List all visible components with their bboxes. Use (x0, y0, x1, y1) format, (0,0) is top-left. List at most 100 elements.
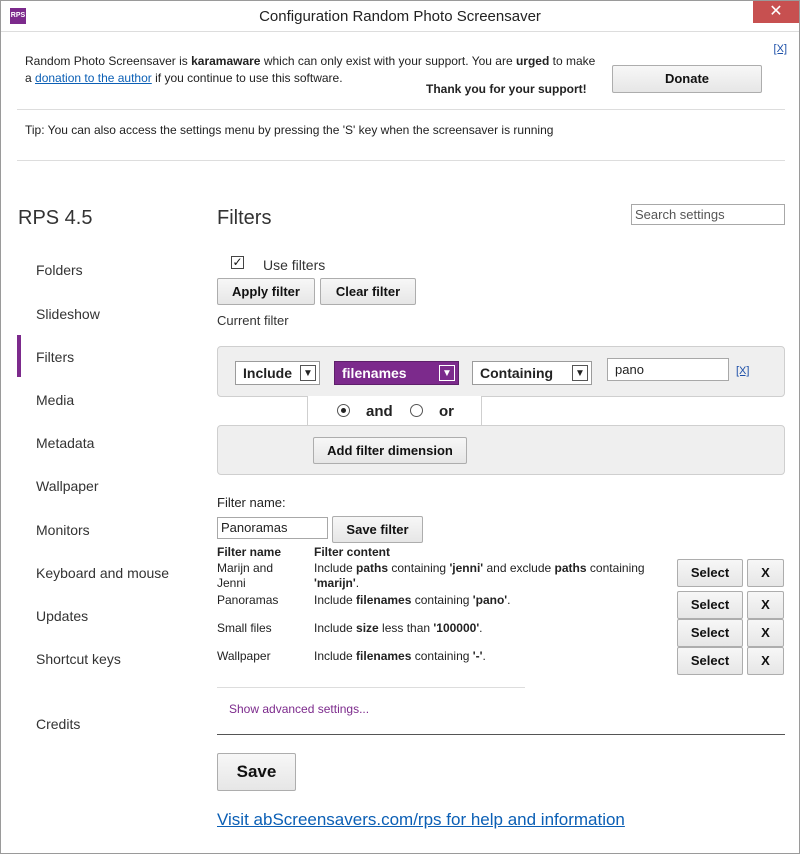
filter-content-text: containing (411, 593, 473, 607)
tip-text: Tip: You can also access the settings me… (25, 123, 554, 137)
chevron-down-icon: ▼ (572, 365, 588, 381)
support-text: if you continue to use this software. (151, 71, 343, 85)
sidebar-item-metadata[interactable]: Metadata (36, 435, 94, 451)
filter-name-cell: Marijn and Jenni (217, 561, 274, 590)
and-label: and (366, 403, 393, 420)
filter-content-keyword: 'jenni' (449, 561, 484, 575)
column-header-name: Filter name (217, 545, 282, 559)
filter-content-text: and exclude (483, 561, 555, 575)
column-header-content: Filter content (314, 545, 391, 559)
title-bar: RPS Configuration Random Photo Screensav… (1, 1, 799, 32)
urged-text: urged (515, 54, 550, 68)
apply-filter-button[interactable]: Apply filter (217, 278, 315, 305)
support-text: which can only exist with your support. … (260, 54, 516, 68)
divider (217, 687, 525, 688)
sidebar-item-slideshow[interactable]: Slideshow (36, 306, 100, 322)
sidebar-item-wallpaper[interactable]: Wallpaper (36, 478, 99, 494)
filter-content-keyword: filenames (356, 593, 412, 607)
filter-name-label: Filter name: (217, 495, 286, 510)
help-link[interactable]: Visit abScreensavers.com/rps for help an… (217, 810, 625, 830)
filter-name-cell: Panoramas (217, 593, 279, 607)
filter-content-text: less than (378, 621, 434, 635)
filter-content-text: Include (314, 649, 357, 663)
app-version: RPS 4.5 (18, 207, 93, 229)
search-input[interactable]: Search settings (631, 204, 785, 225)
sidebar-item-media[interactable]: Media (36, 392, 74, 408)
sidebar-item-filters[interactable]: Filters (36, 349, 74, 365)
thanks-text: Thank you for your support! (426, 82, 587, 96)
include-select[interactable]: Include ▼ (235, 361, 320, 385)
sidebar-item-credits[interactable]: Credits (36, 716, 80, 732)
delete-filter-button[interactable]: X (747, 619, 784, 647)
or-label: or (439, 403, 454, 420)
active-nav-indicator (17, 335, 21, 377)
sidebar-item-keyboard-mouse[interactable]: Keyboard and mouse (36, 565, 169, 581)
dismiss-banner-link[interactable]: [X] (774, 43, 787, 55)
sidebar-item-shortcut-keys[interactable]: Shortcut keys (36, 651, 121, 667)
filter-content-keyword: paths (554, 561, 587, 575)
page-title: Filters (217, 207, 272, 229)
donation-link[interactable]: donation to the author (35, 71, 152, 85)
filter-content-text: containing (411, 649, 473, 663)
select-filter-button[interactable]: Select (677, 559, 743, 587)
use-filters-label: Use filters (263, 257, 326, 273)
filter-content-text: . (482, 649, 486, 663)
divider (217, 734, 785, 735)
sidebar-item-monitors[interactable]: Monitors (36, 522, 90, 538)
support-text: to make (549, 54, 596, 68)
filter-content-text: . (507, 593, 511, 607)
sidebar-item-folders[interactable]: Folders (36, 262, 83, 278)
save-button[interactable]: Save (217, 753, 296, 791)
filter-content-cell: Include filenames containing 'pano'. (314, 593, 659, 608)
operator-select[interactable]: Containing ▼ (472, 361, 592, 385)
filter-content-text: Include (314, 561, 357, 575)
include-value: Include (243, 365, 293, 381)
support-text: Random Photo Screensaver is (25, 54, 192, 68)
current-filter-label: Current filter (217, 313, 289, 328)
add-filter-dimension-button[interactable]: Add filter dimension (313, 437, 467, 464)
filter-content-keyword: size (356, 621, 379, 635)
filter-name-cell: Wallpaper (217, 649, 271, 663)
filter-value-input[interactable]: pano (607, 358, 729, 381)
window-title: Configuration Random Photo Screensaver (259, 8, 541, 25)
filter-content-text: . (479, 621, 483, 635)
filter-content-keyword: 'pano' (472, 593, 508, 607)
select-filter-button[interactable]: Select (677, 619, 743, 647)
field-value: filenames (342, 365, 407, 381)
filter-content-keyword: filenames (356, 649, 412, 663)
filter-content-cell: Include size less than '100000'. (314, 621, 659, 636)
save-filter-button[interactable]: Save filter (332, 516, 423, 543)
combine-connector (307, 396, 482, 426)
filter-content-text: . (355, 576, 360, 590)
or-radio[interactable] (410, 404, 423, 417)
field-select[interactable]: filenames ▼ (334, 361, 459, 385)
config-window: RPS Configuration Random Photo Screensav… (0, 0, 800, 854)
delete-filter-button[interactable]: X (747, 559, 784, 587)
filter-content-cell: Include filenames containing '-'. (314, 649, 659, 664)
delete-filter-button[interactable]: X (747, 591, 784, 619)
karamaware-text: karamaware (191, 54, 261, 68)
clear-filter-button[interactable]: Clear filter (320, 278, 416, 305)
chevron-down-icon: ▼ (439, 365, 455, 381)
filter-content-keyword: paths (356, 561, 389, 575)
divider (17, 109, 785, 110)
close-window-button[interactable]: ✕ (753, 1, 799, 23)
select-filter-button[interactable]: Select (677, 647, 743, 675)
delete-filter-button[interactable]: X (747, 647, 784, 675)
show-advanced-link[interactable]: Show advanced settings... (229, 702, 369, 716)
filter-content-keyword: '100000' (433, 621, 480, 635)
filter-name-input[interactable]: Panoramas (217, 517, 328, 539)
filter-content-text: containing (388, 561, 450, 575)
and-radio[interactable] (337, 404, 350, 417)
chevron-down-icon: ▼ (300, 365, 316, 381)
select-filter-button[interactable]: Select (677, 591, 743, 619)
use-filters-checkbox[interactable]: ✓ (231, 256, 244, 269)
sidebar-item-updates[interactable]: Updates (36, 608, 88, 624)
remove-dimension-link[interactable]: [X] (736, 365, 749, 377)
support-text: a (25, 71, 36, 85)
divider (17, 160, 785, 161)
filter-content-text: containing (586, 561, 645, 575)
add-dimension-panel (217, 425, 785, 475)
donate-button[interactable]: Donate (612, 65, 762, 93)
filter-content-text: Include (314, 621, 357, 635)
